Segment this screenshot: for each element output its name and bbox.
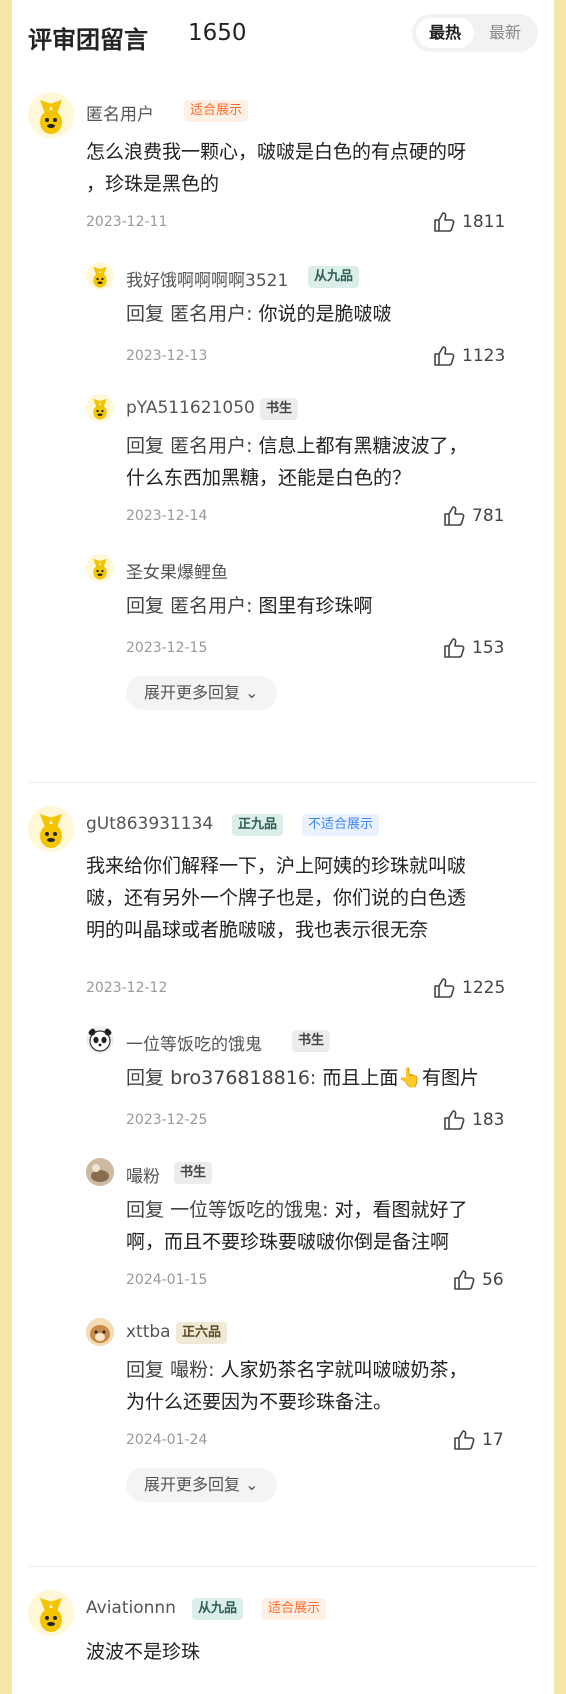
rank-badge: 正六品	[176, 1322, 228, 1344]
reply-date: 2023-12-25	[126, 1112, 208, 1128]
display-tag: 适合展示	[184, 100, 249, 122]
dog-avatar-icon	[86, 1318, 114, 1346]
comments-header: 评审团留言 1650 最热 最新	[28, 14, 538, 54]
comment-panel: 评审团留言 1650 最热 最新 匿名用户 适合展示 怎么浪费我一颗心，啵啵是白…	[12, 0, 554, 1694]
username[interactable]: 匿名用户	[86, 100, 154, 125]
divider	[28, 782, 538, 783]
section-title: 评审团留言	[28, 26, 148, 54]
username[interactable]: gUt863931134	[86, 814, 213, 834]
reply-username[interactable]: xttba	[126, 1322, 171, 1342]
like-count: 781	[472, 506, 505, 526]
rank-badge: 书生	[174, 1162, 213, 1184]
divider	[28, 1566, 538, 1567]
thumbs-up-icon	[452, 1428, 476, 1452]
like-count: 153	[472, 638, 505, 658]
avatar[interactable]	[86, 1026, 114, 1054]
avatar[interactable]	[86, 554, 114, 582]
display-tag: 不适合展示	[302, 814, 380, 836]
mascot-avatar-icon	[28, 92, 74, 138]
comment-thread: 匿名用户 适合展示 怎么浪费我一颗心，啵啵是白色的有点硬的呀 ，珍珠是黑色的 2…	[12, 86, 554, 746]
reply-username[interactable]: 一位等饭吃的饿鬼	[126, 1030, 262, 1055]
comment-text: 波波不是珍珠	[86, 1641, 201, 1663]
thumbs-up-icon	[432, 210, 456, 234]
thumbs-up-icon	[452, 1268, 476, 1292]
reply-text: 回复 bro376818816: 而且上面👆有图片	[126, 1067, 480, 1089]
avatar[interactable]	[28, 806, 74, 852]
reply-text: 回复 一位等饭吃的饿鬼: 对，看图就好了 啊，而且不要珍珠要啵啵你倒是备注啊	[126, 1199, 468, 1253]
reply-date: 2024-01-24	[126, 1432, 208, 1448]
rank-badge: 从九品	[192, 1598, 244, 1620]
thumbs-up-icon	[442, 504, 466, 528]
thumbs-up-icon	[432, 976, 456, 1000]
panda-avatar-icon	[88, 1028, 112, 1052]
like-count: 1225	[462, 978, 506, 998]
avatar[interactable]	[86, 394, 114, 422]
comment-thread: Aviationnn 从九品 适合展示 波波不是珍珠	[12, 1584, 554, 1694]
reply-username[interactable]: 圣女果爆鲤鱼	[126, 558, 228, 583]
comment-date: 2023-12-11	[86, 214, 168, 230]
mascot-avatar-icon	[86, 554, 114, 582]
mascot-avatar-icon	[28, 1590, 74, 1636]
like-count: 183	[472, 1110, 505, 1130]
rank-badge: 书生	[292, 1030, 331, 1052]
mascot-avatar-icon	[86, 394, 114, 422]
comment-text: 怎么浪费我一颗心，啵啵是白色的有点硬的呀 ，珍珠是黑色的	[86, 141, 467, 195]
reply-text: 回复 匿名用户: 你说的是脆啵啵	[126, 303, 392, 325]
mascot-avatar-icon	[28, 806, 74, 852]
avatar[interactable]	[28, 1590, 74, 1636]
comment-count: 1650	[188, 20, 247, 46]
sort-toggle: 最热 最新	[412, 14, 538, 52]
like-count: 56	[482, 1270, 504, 1290]
like-count: 1811	[462, 212, 506, 232]
rank-badge: 正九品	[232, 814, 284, 836]
reply-text: 回复 匿名用户: 图里有珍珠啊	[126, 595, 373, 617]
expand-replies-button[interactable]: 展开更多回复 ⌄	[126, 676, 277, 710]
rank-badge: 书生	[260, 398, 299, 420]
mascot-avatar-icon	[86, 262, 114, 290]
rank-badge: 从九品	[308, 266, 360, 288]
reply-text: 回复 嘬粉: 人家奶茶名字就叫啵啵奶茶， 为什么还要因为不要珍珠备注。	[126, 1359, 468, 1413]
thumbs-up-icon	[442, 636, 466, 660]
sort-hot-button[interactable]: 最热	[416, 18, 474, 48]
sort-new-button[interactable]: 最新	[476, 18, 534, 48]
comment-date: 2023-12-12	[86, 980, 168, 996]
thumbs-up-icon	[432, 344, 456, 368]
reply-date: 2023-12-15	[126, 640, 208, 656]
avatar[interactable]	[86, 1158, 114, 1186]
reply-username[interactable]: 我好饿啊啊啊啊3521	[126, 266, 288, 291]
display-tag: 适合展示	[262, 1598, 327, 1620]
comment-text: 我来给你们解释一下，沪上阿姨的珍珠就叫啵 啵，还有另外一个牌子也是，你们说的白色…	[86, 855, 467, 941]
avatar[interactable]	[86, 262, 114, 290]
chevron-down-icon: ⌄	[245, 1475, 259, 1494]
reply-date: 2023-12-13	[126, 348, 208, 364]
photo-avatar-icon	[86, 1158, 114, 1186]
reply-username[interactable]: pYA511621050	[126, 398, 255, 418]
expand-replies-button[interactable]: 展开更多回复 ⌄	[126, 1468, 277, 1502]
like-count: 17	[482, 1430, 504, 1450]
reply-username[interactable]: 嘬粉	[126, 1162, 160, 1187]
reply-date: 2024-01-15	[126, 1272, 208, 1288]
like-count: 1123	[462, 346, 506, 366]
reply-text: 回复 匿名用户: 信息上都有黑糖波波了， 什么东西加黑糖，还能是白色的？	[126, 435, 468, 489]
avatar[interactable]	[28, 92, 74, 138]
chevron-down-icon: ⌄	[245, 683, 259, 702]
thumbs-up-icon	[442, 1108, 466, 1132]
comment-thread: gUt863931134 正九品 不适合展示 我来给你们解释一下，沪上阿姨的珍珠…	[12, 800, 554, 1560]
avatar[interactable]	[86, 1318, 114, 1346]
username[interactable]: Aviationnn	[86, 1598, 176, 1618]
reply-date: 2023-12-14	[126, 508, 208, 524]
